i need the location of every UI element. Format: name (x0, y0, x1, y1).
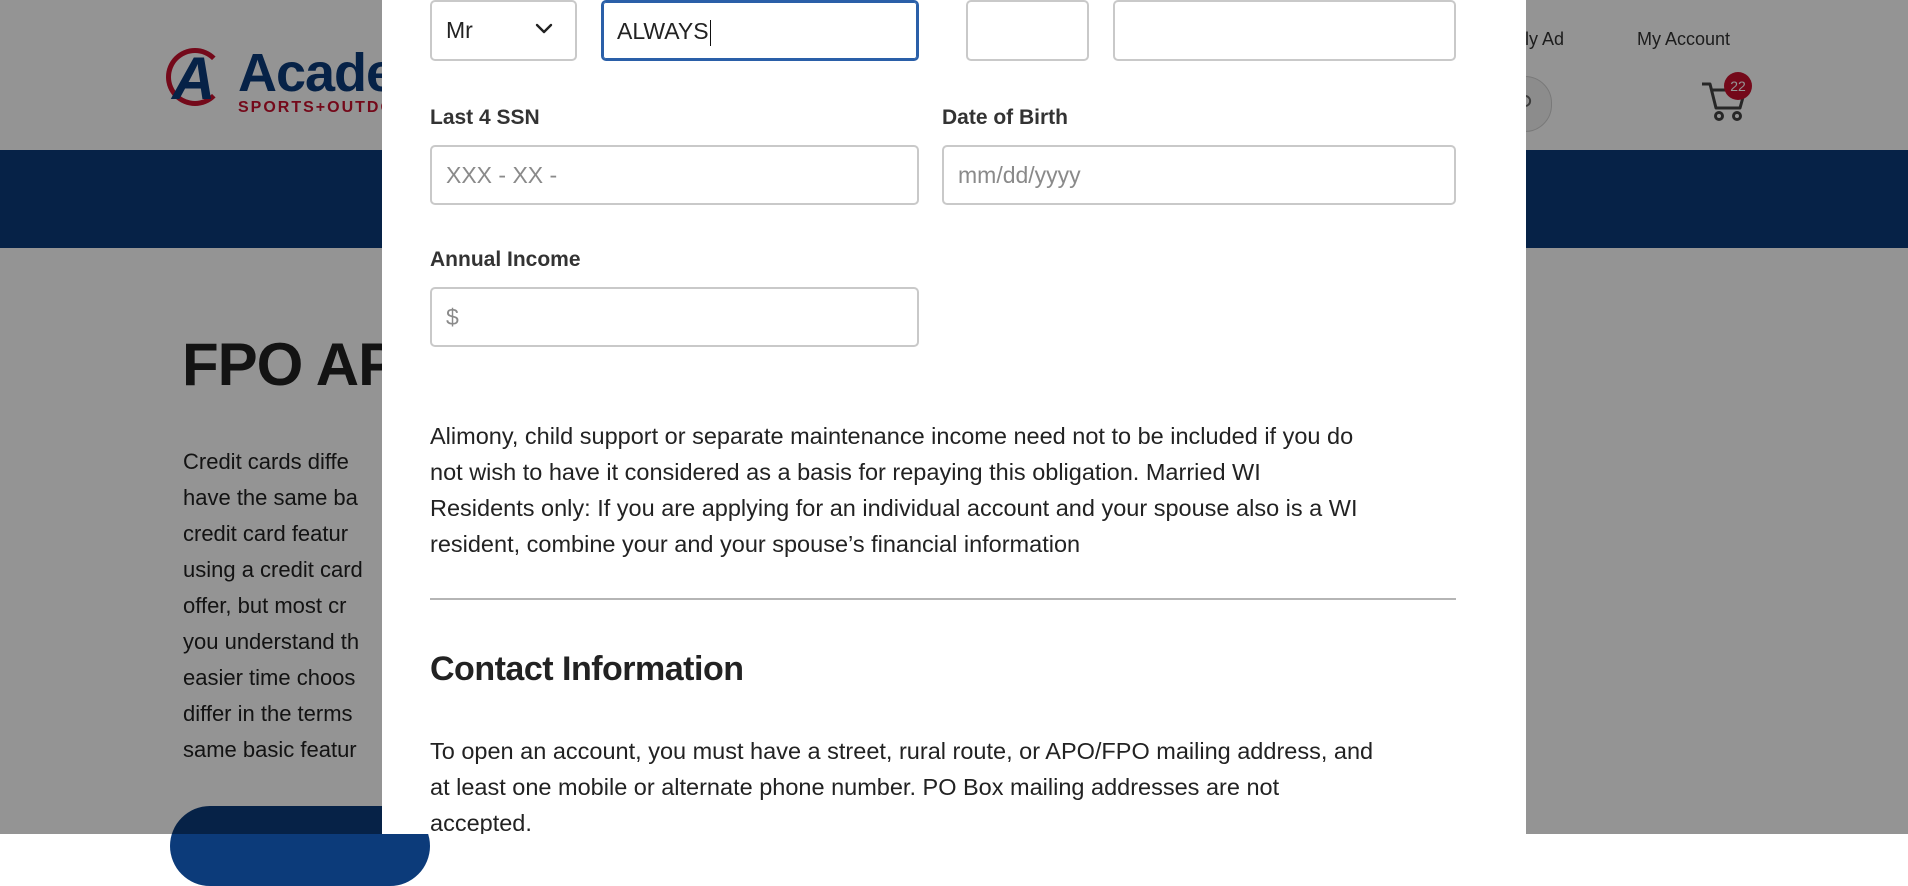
annual-income-input[interactable]: $ (430, 287, 919, 347)
disclosure-line: not wish to have it considered as a basi… (430, 459, 1261, 485)
first-name-input[interactable]: ALWAYS (601, 0, 919, 61)
credit-application-modal: Mr ALWAYS Last 4 SSN XXX - XX - Date of … (382, 0, 1526, 834)
disclosure-line: resident, combine your and your spouse’s… (430, 531, 1081, 557)
contact-section-title: Contact Information (430, 650, 744, 688)
first-name-value: ALWAYS (617, 18, 709, 44)
income-label: Annual Income (430, 248, 581, 271)
contact-intro-line: accepted. (430, 810, 532, 834)
contact-intro-line: To open an account, you must have a stre… (430, 738, 1374, 764)
disclosure-line: Alimony, child support or separate maint… (430, 423, 1354, 449)
dob-input[interactable]: mm/dd/yyyy (942, 145, 1456, 205)
disclosure-line: Residents only: If you are applying for … (430, 495, 1358, 521)
ssn-placeholder: XXX - XX - (446, 162, 558, 188)
contact-section-intro: To open an account, you must have a stre… (430, 733, 1470, 834)
title-select[interactable]: Mr (430, 0, 577, 61)
income-disclosure: Alimony, child support or separate maint… (430, 418, 1470, 562)
middle-initial-input[interactable] (966, 0, 1089, 61)
ssn-label: Last 4 SSN (430, 106, 540, 129)
chevron-down-icon (535, 23, 553, 34)
contact-intro-line: at least one mobile or alternate phone n… (430, 774, 1280, 800)
last-name-input[interactable] (1113, 0, 1456, 61)
text-caret (709, 19, 711, 46)
title-select-value: Mr (446, 17, 473, 43)
income-placeholder: $ (446, 304, 459, 330)
dob-placeholder: mm/dd/yyyy (958, 162, 1081, 188)
section-divider (430, 598, 1456, 600)
ssn-input[interactable]: XXX - XX - (430, 145, 919, 205)
dob-label: Date of Birth (942, 106, 1068, 129)
